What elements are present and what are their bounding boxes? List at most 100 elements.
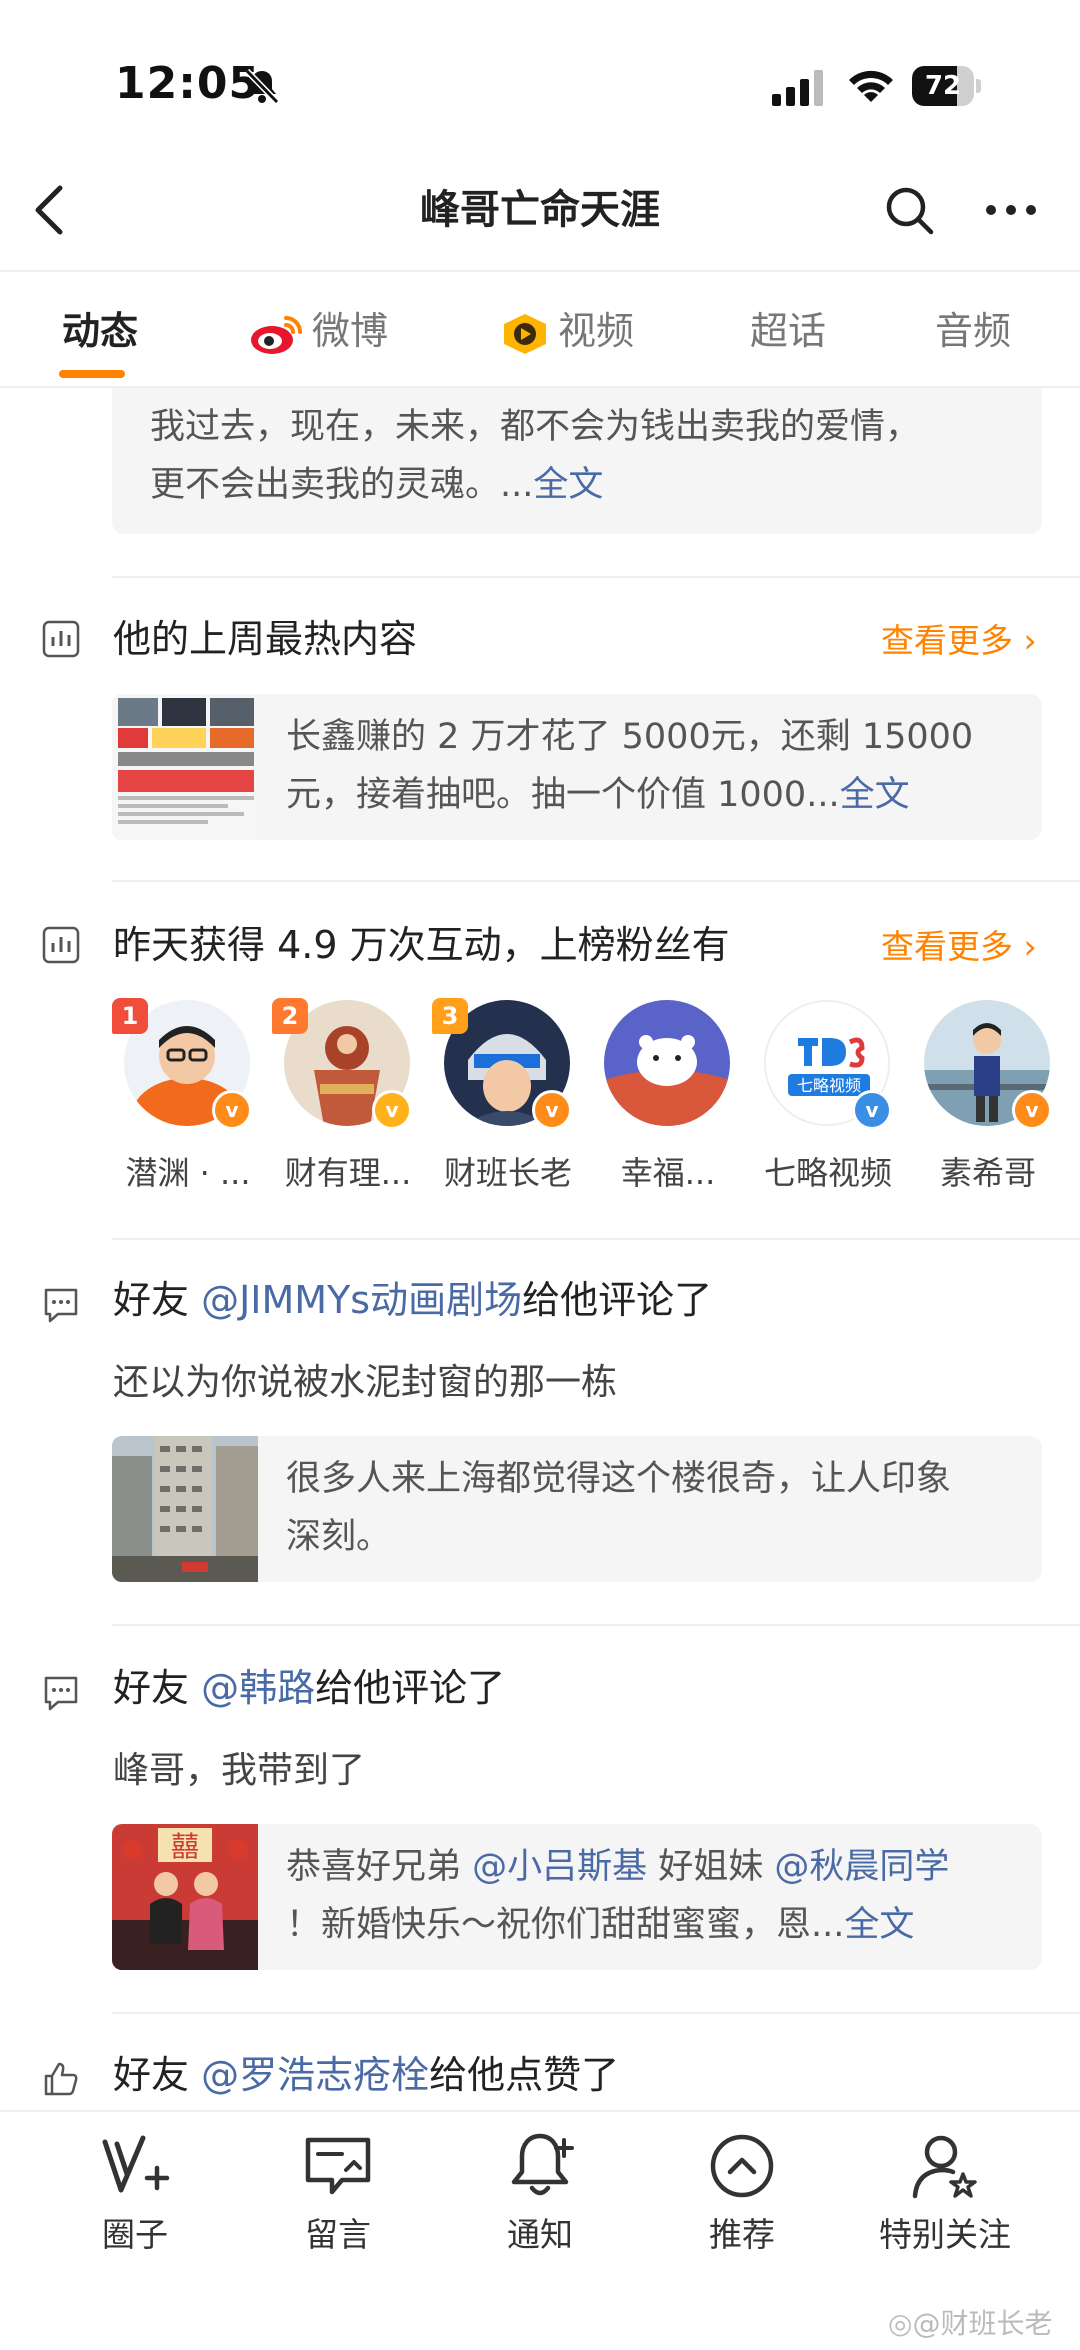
- read-more-link[interactable]: 全文: [533, 465, 603, 505]
- rank-badge: 1: [112, 998, 148, 1034]
- verified-icon: v: [372, 1090, 412, 1130]
- status-time: 12:05: [115, 58, 261, 109]
- watermark: ◎@财班长老: [888, 2307, 1053, 2340]
- post-text-line2: ！新婚快乐～祝你们甜甜蜜蜜，恩...全文: [286, 1905, 915, 1945]
- divider: [112, 880, 1080, 882]
- page-title: 峰哥亡命天涯: [420, 187, 660, 233]
- special-follow-button[interactable]: 特别关注: [855, 2130, 1035, 2256]
- comment-icon: [44, 1288, 78, 1323]
- signal-icon: [772, 70, 823, 106]
- comment-header: 好友 @JIMMYs动画剧场给他评论了: [113, 1278, 713, 1322]
- comment-icon: [44, 1676, 78, 1711]
- tab-weibo-label: 微博: [312, 309, 389, 353]
- post-text-line2: 深刻。: [286, 1517, 392, 1557]
- weibo-logo-icon: ◎: [888, 2307, 913, 2340]
- tab-active-indicator: [59, 370, 125, 378]
- fan-name: 幸福...: [620, 1154, 716, 1192]
- divider: [112, 576, 1080, 578]
- hot-week-title: 他的上周最热内容: [113, 617, 418, 661]
- read-more-link[interactable]: 全文: [840, 775, 910, 815]
- thumbs-up-icon: [44, 2062, 78, 2096]
- quoted-text-line2: 更不会出卖我的灵魂。...全文: [150, 465, 604, 505]
- user-link[interactable]: @秋晨同学: [774, 1847, 949, 1887]
- user-link[interactable]: @小吕斯基: [472, 1847, 647, 1887]
- message-label: 留言: [305, 2215, 371, 2254]
- hot-post-card[interactable]: 长鑫赚的 2 万才花了 5000元，还剩 15000 元，接着抽吧。抽一个价值 …: [112, 694, 1042, 840]
- fan-item[interactable]: 幸福...: [590, 1000, 740, 1200]
- like-header: 好友 @罗浩志疮栓给他点赞了: [113, 2053, 620, 2097]
- bell-muted-icon: [244, 68, 280, 105]
- read-more-link[interactable]: 全文: [844, 1905, 914, 1945]
- tab-chaohua[interactable]: 超话: [750, 306, 826, 356]
- notify-button[interactable]: 通知: [450, 2130, 630, 2256]
- quoted-text-line1: 我过去，现在，未来，都不会为钱出卖我的爱情，: [150, 407, 921, 447]
- tab-weibo[interactable]: 微博: [248, 306, 388, 356]
- message-button[interactable]: 留言: [248, 2130, 428, 2256]
- fan-name: 七略视频: [763, 1154, 892, 1192]
- tab-dongtai[interactable]: 动态: [62, 306, 138, 356]
- fan-item[interactable]: v 素希哥: [910, 1000, 1060, 1200]
- fan-item[interactable]: 3 v 财班长老: [430, 998, 580, 1200]
- divider: [112, 1624, 1080, 1626]
- recommend-button[interactable]: 推荐: [652, 2130, 832, 2256]
- special-follow-label: 特别关注: [879, 2215, 1011, 2254]
- verified-icon: v: [852, 1090, 892, 1130]
- special-follow-icon: [912, 2135, 977, 2199]
- fan-name: 财班长老: [443, 1154, 572, 1192]
- comment-text: 还以为你说被水泥封窗的那一栋: [113, 1362, 618, 1403]
- divider: [112, 2012, 1080, 2014]
- circle-button[interactable]: 圈子: [45, 2130, 225, 2256]
- user-link[interactable]: @JIMMYs动画剧场: [201, 1278, 522, 1322]
- fans-more-link[interactable]: 查看更多 ›: [881, 922, 1037, 972]
- weibo-icon: [251, 315, 302, 354]
- post-thumbnail: 囍: [112, 1824, 258, 1970]
- commented-post-card[interactable]: 很多人来上海都觉得这个楼很奇，让人印象 深刻。: [112, 1436, 1042, 1582]
- circle-icon: [102, 2135, 170, 2193]
- recommend-icon: [710, 2134, 774, 2198]
- bar-chart-icon: [42, 926, 80, 964]
- post-text-line1: 恭喜好兄弟 @小吕斯基 好姐妹 @秋晨同学: [286, 1847, 950, 1887]
- bar-chart-icon: [42, 620, 80, 658]
- fan-item[interactable]: 2 v 财有理...: [270, 998, 420, 1200]
- post-text-line1: 很多人来上海都觉得这个楼很奇，让人印象: [286, 1459, 952, 1499]
- comment-header: 好友 @韩路给他评论了: [113, 1666, 506, 1710]
- tab-audio[interactable]: 音频: [935, 306, 1011, 356]
- notify-label: 通知: [507, 2215, 573, 2254]
- chevron-right-icon: ›: [1023, 927, 1037, 966]
- battery-icon: 72: [912, 66, 982, 106]
- battery-level: 72: [924, 71, 962, 101]
- video-icon: [504, 313, 546, 354]
- bell-plus-icon: [511, 2133, 574, 2196]
- fan-item[interactable]: 七略视频 v 七略视频: [750, 1000, 900, 1200]
- fan-item[interactable]: 1 v 潜渊 · ...: [110, 998, 260, 1200]
- comment-text: 峰哥，我带到了: [113, 1750, 366, 1791]
- rank-badge: 2: [272, 998, 308, 1034]
- svg-text:囍: 囍: [171, 1830, 199, 1863]
- circle-label: 圈子: [102, 2215, 168, 2254]
- tab-bar: 动态 微博 视频 超话 音频: [0, 278, 1080, 388]
- fan-name: 财有理...: [284, 1154, 412, 1192]
- hot-post-line2: 元，接着抽吧。抽一个价值 1000...全文: [286, 775, 910, 815]
- hot-week-more-link[interactable]: 查看更多 ›: [881, 616, 1037, 666]
- commented-post-card[interactable]: 囍 恭喜好兄弟 @小吕斯基 好姐妹 @秋晨同学 ！新婚快乐～祝你们甜甜蜜蜜，恩.…: [112, 1824, 1042, 1970]
- user-link[interactable]: @韩路: [201, 1666, 315, 1710]
- hot-post-line1: 长鑫赚的 2 万才花了 5000元，还剩 15000: [286, 717, 974, 757]
- rank-badge: 3: [432, 998, 468, 1034]
- divider: [112, 1238, 1080, 1240]
- wifi-icon: [849, 70, 893, 102]
- user-link[interactable]: @罗浩志疮栓: [201, 2053, 429, 2097]
- hot-post-thumbnail: [112, 694, 258, 840]
- more-icon[interactable]: [985, 195, 1037, 225]
- fan-name: 潜渊 · ...: [125, 1154, 251, 1192]
- back-icon[interactable]: [28, 180, 72, 240]
- quoted-post-card[interactable]: 我过去，现在，未来，都不会为钱出卖我的爱情， 更不会出卖我的灵魂。...全文: [112, 388, 1042, 534]
- verified-icon: v: [1012, 1090, 1052, 1130]
- avatar: [604, 1000, 730, 1126]
- tab-video[interactable]: 视频: [500, 306, 634, 356]
- fan-name: 素希哥: [939, 1154, 1036, 1192]
- chevron-right-icon: ›: [1023, 621, 1037, 660]
- search-icon[interactable]: [884, 185, 936, 237]
- tab-video-label: 视频: [558, 309, 635, 353]
- message-icon: [305, 2137, 371, 2195]
- fans-title: 昨天获得 4.9 万次互动，上榜粉丝有: [113, 923, 730, 967]
